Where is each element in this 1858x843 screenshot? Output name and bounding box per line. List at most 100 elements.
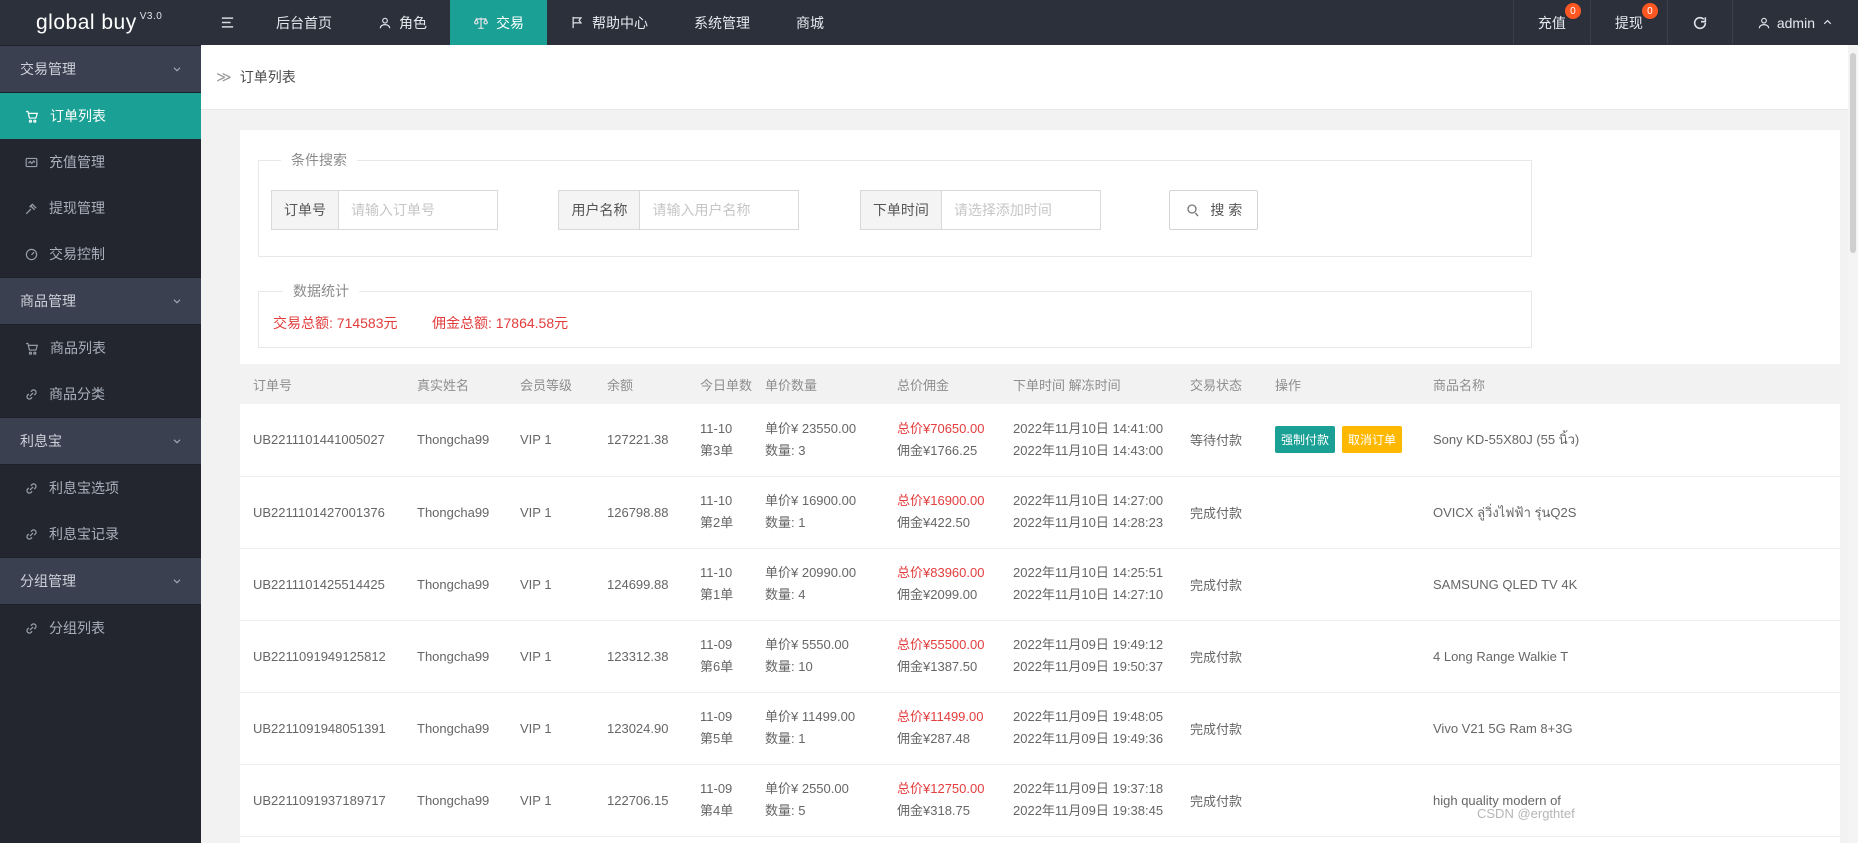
table-row: UB2211101427001376 Thongcha99 VIP 1 126798.… — [240, 476, 1840, 549]
today-seq: 第4单 — [700, 803, 734, 818]
table-row: UB2211101441005027 Thongcha99 VIP 1 127221.… — [240, 404, 1840, 477]
product-name-cell: Sony KD-55X80J (55 นิ้ว) — [1420, 404, 1840, 477]
total-price: 总价¥70650.00 — [897, 420, 985, 436]
level-cell: VIP 1 — [507, 692, 594, 765]
today-date: 11-09 — [700, 637, 733, 652]
column-header: 交易状态 — [1177, 364, 1262, 404]
sidebar-item[interactable]: 利息宝选项 — [0, 465, 201, 511]
quantity: 数量: 1 — [765, 515, 806, 530]
navbar-right: 充值 0 提现 0 admin — [1512, 0, 1858, 45]
commission: 佣金¥287.48 — [897, 731, 970, 746]
user-name-input[interactable] — [640, 191, 799, 229]
order-time-field-label: 下单时间 — [860, 191, 942, 229]
orders-table: 订单号 真实姓名 会员等级 余额 今日单数 单价数量 总价佣金 下单时间 解冻时间 交易状态 操作… — [240, 364, 1840, 837]
status-cell: 完成付款 — [1177, 548, 1262, 621]
sidebar-item[interactable]: 交易控制 — [0, 231, 201, 277]
total-price: 总价¥16900.00 — [897, 493, 985, 508]
search-button[interactable]: 搜 索 — [1169, 190, 1259, 230]
today-date: 11-10 — [700, 420, 733, 436]
search-legend: 条件搜索 — [291, 152, 347, 168]
sidebar-item-label: 商品分类 — [49, 386, 105, 402]
sidebar-group-header[interactable]: 商品管理 — [0, 277, 201, 325]
breadcrumb: ≫ 订单列表 — [201, 45, 1858, 110]
sidebar-item[interactable]: 分组列表 — [0, 605, 201, 651]
top-menu: 后台首页 角色 交易 帮助中心 系统管理 商城 — [253, 0, 847, 45]
user-name-field-group: 用户名称 — [558, 190, 800, 230]
balance-cell: 122706.15 — [594, 764, 687, 837]
price-qty-cell: 单价¥ 23550.00 数量: 3 — [752, 404, 884, 477]
balance-cell: 127221.38 — [594, 404, 687, 477]
order-time-input[interactable] — [941, 191, 1100, 229]
order-no-field-label: 订单号 — [272, 191, 339, 229]
sidebar-item-label: 分组列表 — [49, 620, 105, 636]
refresh-button[interactable] — [1666, 0, 1732, 45]
top-menu-item-label: 帮助中心 — [592, 14, 648, 31]
status-cell: 完成付款 — [1177, 476, 1262, 549]
top-menu-item[interactable]: 商城 — [773, 0, 847, 45]
breadcrumb-icon: ≫ — [216, 69, 232, 86]
recharge-button[interactable]: 充值 0 — [1512, 0, 1590, 45]
total-commission-cell: 总价¥11499.00 佣金¥287.48 — [884, 692, 1000, 765]
sidebar-group-header[interactable]: 利息宝 — [0, 417, 201, 465]
unit-price: 单价¥ 20990.00 — [765, 565, 857, 580]
unit-price: 单价¥ 23550.00 — [765, 420, 857, 436]
vertical-scrollbar — [1848, 45, 1858, 843]
actions-cell — [1262, 692, 1420, 765]
total-price: 总价¥55500.00 — [897, 637, 985, 652]
user-name-field-label: 用户名称 — [559, 191, 641, 229]
top-menu-item[interactable]: 角色 — [355, 0, 450, 45]
order-no-input[interactable] — [339, 191, 497, 229]
sidebar-group-label: 分组管理 — [20, 573, 76, 589]
admin-label: admin — [1776, 14, 1815, 31]
withdraw-button[interactable]: 提现 0 — [1589, 0, 1667, 45]
real-name-cell: Thongcha99 — [404, 692, 507, 765]
sidebar: 交易管理 订单列表 充值管理 提现管理 交易控制 商品管理商品列表商品分类利息宝利息宝选项… — [0, 45, 201, 843]
sidebar-item-label: 利息宝选项 — [49, 480, 119, 496]
sidebar-item[interactable]: 商品分类 — [0, 371, 201, 417]
today-seq: 第5单 — [700, 731, 734, 746]
top-menu-item[interactable]: 交易 — [450, 0, 547, 45]
unfreeze-time: 2022年11月10日 14:43:00 — [1013, 442, 1164, 458]
total-commission-cell: 总价¥55500.00 佣金¥1387.50 — [884, 620, 1000, 693]
refresh-icon — [1692, 15, 1708, 31]
top-menu-item[interactable]: 系统管理 — [671, 0, 773, 45]
sidebar-group-header[interactable]: 分组管理 — [0, 557, 201, 605]
column-header: 总价佣金 — [884, 364, 1000, 404]
chevron-down-icon — [171, 575, 183, 587]
level-cell: VIP 1 — [507, 404, 594, 477]
today-date: 11-09 — [700, 781, 733, 796]
top-menu-item[interactable]: 帮助中心 — [547, 0, 671, 45]
today-seq: 第6单 — [700, 659, 734, 674]
unfreeze-time: 2022年11月09日 19:49:36 — [1013, 731, 1164, 746]
cancel-order-button[interactable]: 取消订单 — [1342, 426, 1403, 454]
unfreeze-time: 2022年11月10日 14:27:10 — [1013, 587, 1164, 602]
sidebar-item[interactable]: 订单列表 — [0, 93, 201, 139]
admin-menu[interactable]: admin — [1731, 0, 1858, 45]
sidebar-item-label: 商品列表 — [50, 340, 106, 356]
force-pay-button[interactable]: 强制付款 — [1275, 426, 1336, 454]
hamburger-menu-icon[interactable] — [201, 0, 253, 45]
actions-cell: 强制付款 取消订单 — [1262, 404, 1420, 477]
status-cell: 完成付款 — [1177, 692, 1262, 765]
commission: 佣金¥2099.00 — [897, 587, 978, 602]
sidebar-item[interactable]: 利息宝记录 — [0, 511, 201, 557]
sidebar-item[interactable]: 商品列表 — [0, 325, 201, 371]
order-time-field-group: 下单时间 — [859, 190, 1101, 230]
table-header-row: 订单号 真实姓名 会员等级 余额 今日单数 单价数量 总价佣金 下单时间 解冻时间 交易状态 操作… — [240, 364, 1840, 404]
product-name-cell: SAMSUNG QLED TV 4K — [1420, 548, 1840, 621]
column-header: 会员等级 — [507, 364, 594, 404]
top-menu-item[interactable]: 后台首页 — [253, 0, 355, 45]
today-date: 11-10 — [700, 565, 733, 580]
sidebar-group-header[interactable]: 交易管理 — [0, 45, 201, 93]
top-menu-item-label: 商城 — [796, 14, 824, 31]
sidebar-item[interactable]: 充值管理 — [0, 139, 201, 185]
sidebar-item[interactable]: 提现管理 — [0, 185, 201, 231]
vertical-scrollbar-thumb[interactable] — [1850, 53, 1856, 253]
link-icon — [24, 387, 39, 402]
search-button-label: 搜 索 — [1210, 202, 1243, 218]
real-name-cell: Thongcha99 — [404, 404, 507, 477]
card-icon — [24, 155, 39, 170]
scale-icon — [473, 15, 489, 31]
order-no-cell: UB2211091949125812 — [240, 620, 404, 693]
real-name-cell: Thongcha99 — [404, 764, 507, 837]
